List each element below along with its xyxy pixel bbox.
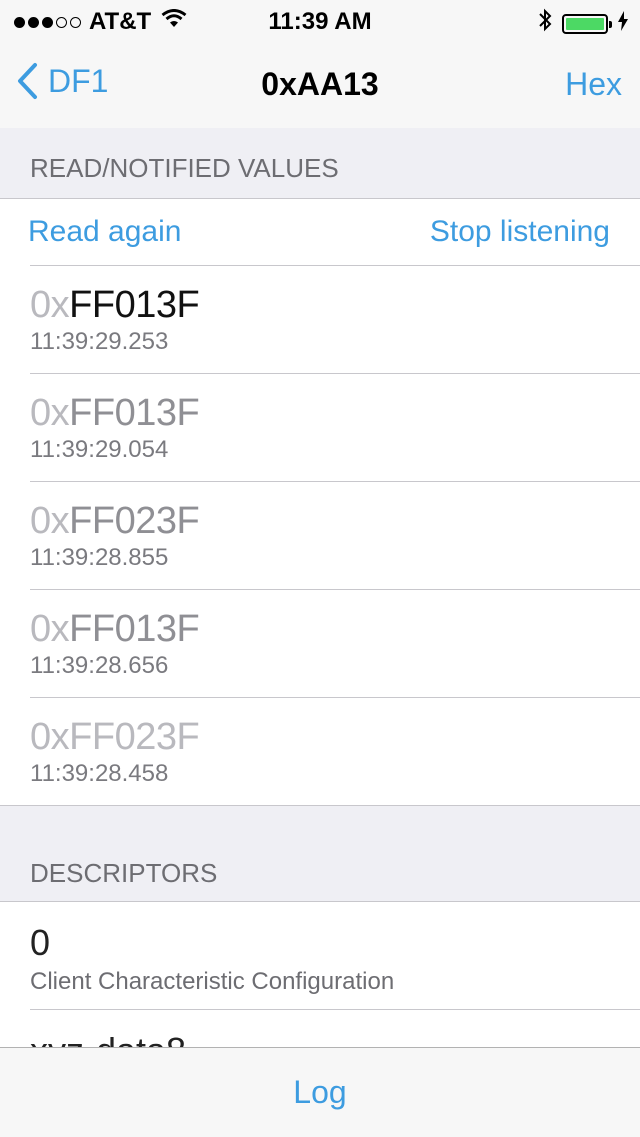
back-button[interactable]: DF1: [16, 62, 108, 100]
value-prefix: 0x: [30, 284, 70, 326]
descriptor-value: xyz-data8: [30, 1030, 186, 1048]
stop-listening-button[interactable]: Stop listening: [430, 215, 610, 249]
value-timestamp: 11:39:28.656: [30, 652, 169, 679]
value-row[interactable]: 0xFF023F 11:39:28.855: [30, 482, 640, 590]
hex-format-button[interactable]: Hex: [565, 66, 622, 103]
bluetooth-icon: [538, 8, 552, 39]
descriptors-group: 0 Client Characteristic Configuration xy…: [0, 901, 640, 1048]
battery-icon: [562, 13, 612, 34]
value-hex: FF013F: [69, 392, 200, 434]
charging-icon: [618, 10, 628, 38]
value-timestamp: 11:39:28.855: [30, 544, 169, 571]
read-values-header: READ/NOTIFIED VALUES: [0, 128, 640, 198]
bottom-toolbar: Log: [0, 1047, 640, 1137]
status-bar: AT&T 11:39 AM: [0, 0, 640, 40]
value-hex: FF023F: [69, 500, 200, 542]
value-timestamp: 11:39:28.458: [30, 760, 169, 787]
navigation-bar: DF1 0xAA13 Hex: [0, 40, 640, 129]
descriptor-row[interactable]: xyz-data8: [30, 1010, 640, 1048]
descriptor-row[interactable]: 0 Client Characteristic Configuration: [30, 902, 640, 1010]
read-actions-row: Read again Stop listening: [28, 199, 640, 266]
descriptor-value: 0: [30, 922, 51, 963]
descriptors-header: DESCRIPTORS: [0, 806, 640, 901]
value-timestamp: 11:39:29.054: [30, 436, 169, 463]
back-button-label: DF1: [48, 62, 109, 99]
value-timestamp: 11:39:29.253: [30, 328, 169, 355]
read-again-button[interactable]: Read again: [28, 215, 181, 249]
value-prefix: 0x: [30, 500, 70, 542]
value-hex: FF023F: [69, 716, 200, 758]
value-row[interactable]: 0xFF013F 11:39:28.656: [30, 590, 640, 698]
descriptor-name: Client Characteristic Configuration: [30, 968, 395, 995]
value-row[interactable]: 0xFF023F 11:39:28.458: [30, 698, 640, 805]
value-prefix: 0x: [30, 608, 70, 650]
value-hex: FF013F: [69, 608, 200, 650]
value-hex: FF013F: [69, 284, 200, 326]
chevron-left-icon: [18, 63, 37, 99]
log-button[interactable]: Log: [0, 1074, 640, 1111]
read-values-group: Read again Stop listening 0xFF013F 11:39…: [0, 198, 640, 806]
value-row[interactable]: 0xFF013F 11:39:29.253: [30, 266, 640, 374]
value-row[interactable]: 0xFF013F 11:39:29.054: [30, 374, 640, 482]
value-prefix: 0x: [30, 392, 70, 434]
value-prefix: 0x: [30, 716, 70, 758]
